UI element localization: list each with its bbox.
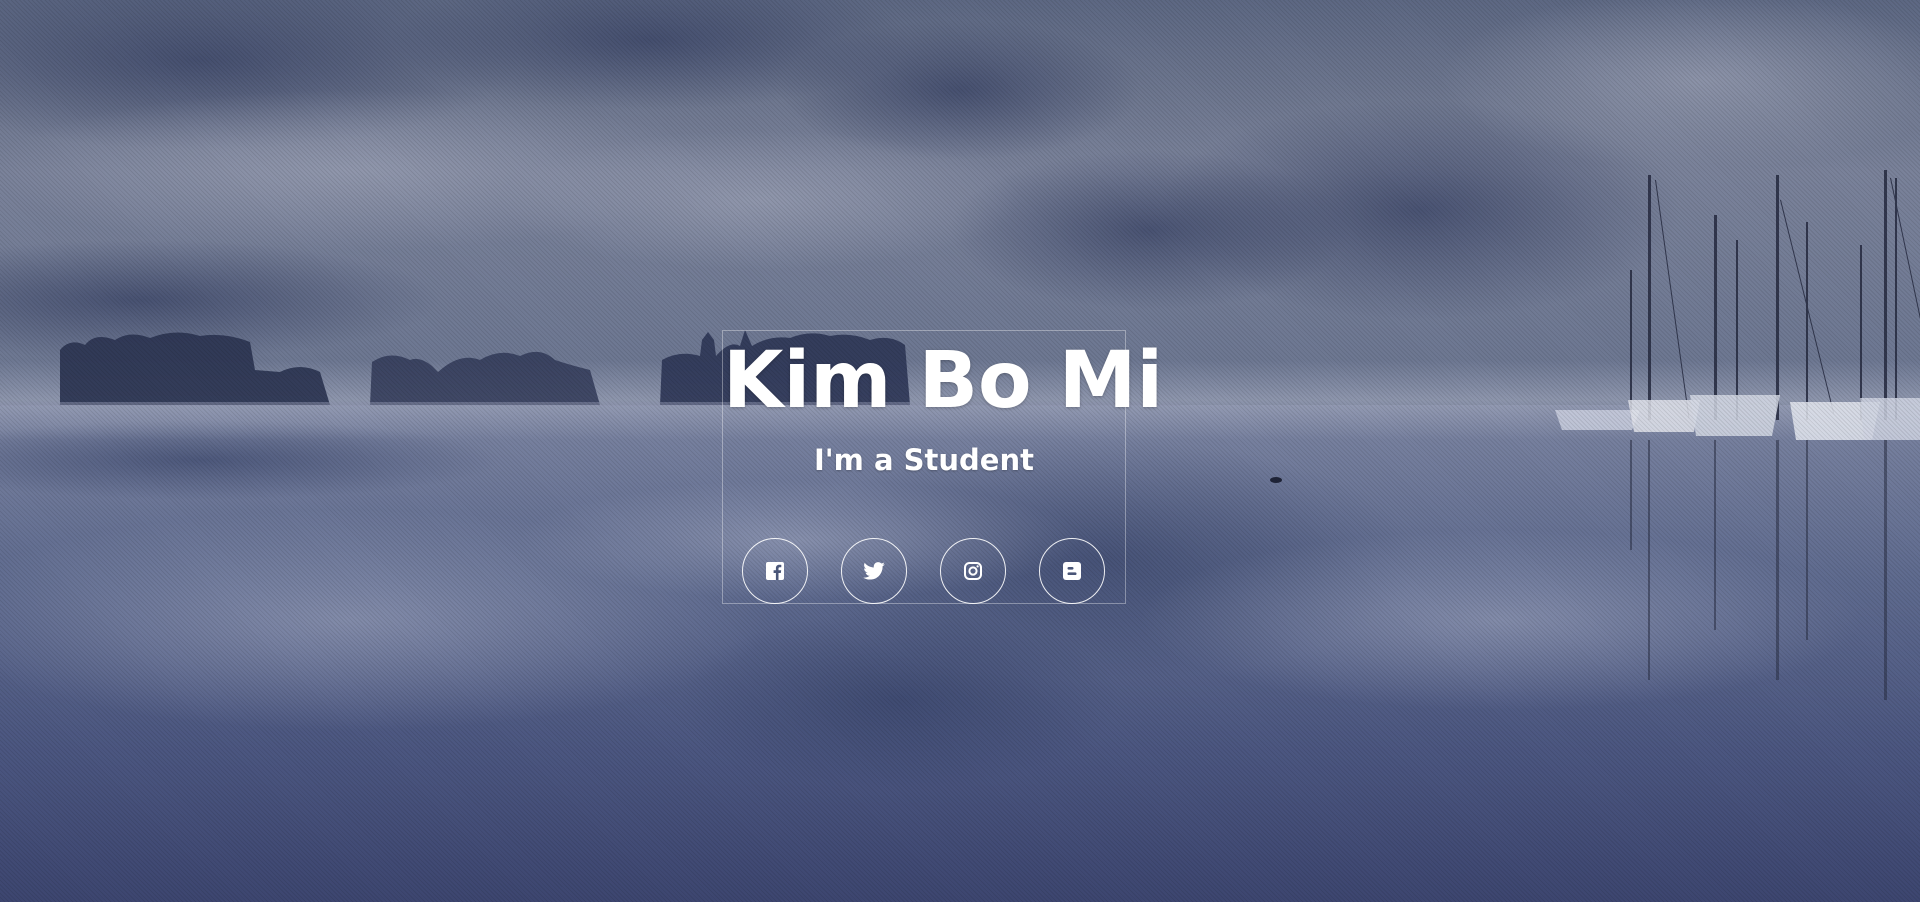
hero-name: Kim Bo Mi [723,336,1164,426]
facebook-icon [766,562,784,580]
facebook-button[interactable] [742,538,808,604]
twitter-button[interactable] [841,538,907,604]
hero-role: I'm a Student [814,443,1034,477]
social-links [742,538,1108,606]
instagram-icon [964,562,982,580]
blogger-button[interactable] [1039,538,1105,604]
blogger-icon [1063,562,1081,580]
instagram-button[interactable] [940,538,1006,604]
hero-box: Kim Bo Mi I'm a Student [722,330,1164,606]
twitter-icon [863,562,885,580]
page: Kim Bo Mi I'm a Student [0,0,1920,902]
